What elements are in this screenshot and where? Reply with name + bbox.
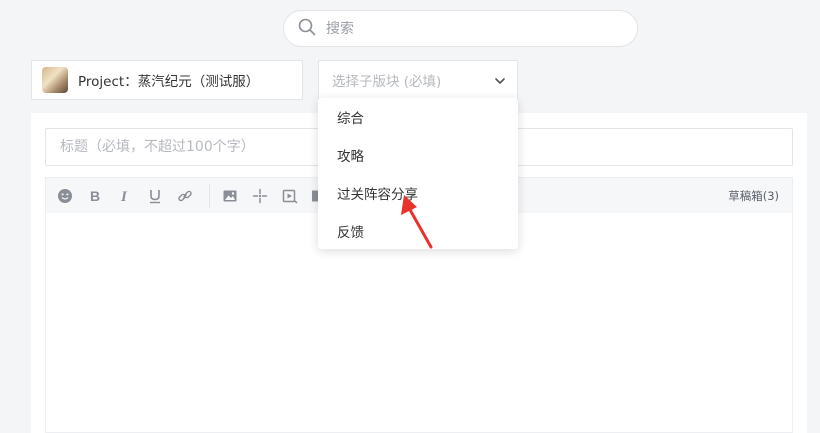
svg-text:B: B [90,188,100,204]
search-bar[interactable] [283,10,638,47]
dropdown-option[interactable]: 攻略 [318,138,518,176]
avatar [42,67,68,93]
link-icon[interactable] [175,186,195,206]
project-selector[interactable]: Project：蒸汽纪元（测试服） [31,60,303,100]
emoji-icon[interactable] [55,186,75,206]
dropdown-option[interactable]: 过关阵容分享 [318,176,518,214]
project-label: Project：蒸汽纪元（测试服） [78,74,260,90]
search-input[interactable] [324,19,608,38]
search-icon [298,18,316,40]
italic-icon[interactable]: I [115,186,135,206]
drafts-link[interactable]: 草稿箱(3) [728,188,779,204]
svg-text:I: I [120,189,128,204]
toolbar-divider [209,184,210,208]
move-icon[interactable] [250,186,270,206]
chevron-down-icon [495,78,505,84]
subforum-select[interactable]: 选择子版块 (必填) [318,60,518,100]
subforum-select-placeholder: 选择子版块 (必填) [332,74,442,90]
dropdown-option[interactable]: 反馈 [318,214,518,252]
bold-icon[interactable]: B [85,186,105,206]
image-icon[interactable] [220,186,240,206]
underline-icon[interactable] [145,186,165,206]
video-icon[interactable] [280,186,300,206]
dropdown-option[interactable]: 综合 [318,100,518,138]
subforum-dropdown: 综合 攻略 过关阵容分享 反馈 [318,98,518,249]
